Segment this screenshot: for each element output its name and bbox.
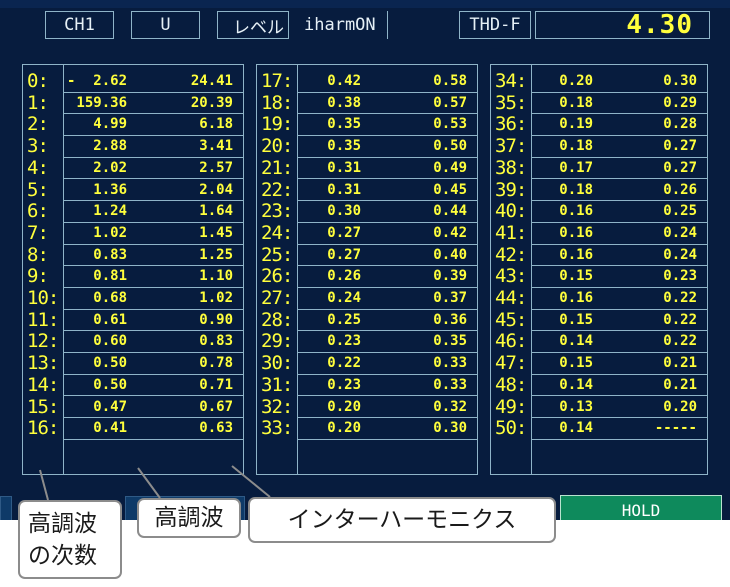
leader-line-harmonic: [137, 467, 161, 499]
leader-line-interharmonic: [231, 465, 271, 498]
callout-interharmonic: インターハーモニクス: [248, 497, 556, 543]
callout-harmonic: 高調波: [137, 498, 241, 538]
leader-line-order: [39, 469, 49, 501]
callout-harmonic-order: 高調波 の次数: [18, 500, 122, 579]
